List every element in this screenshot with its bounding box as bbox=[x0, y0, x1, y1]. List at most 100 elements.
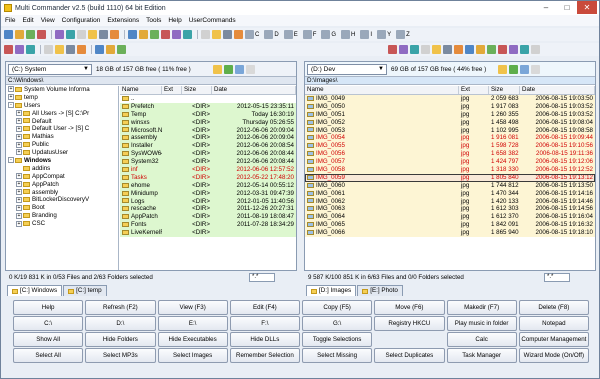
button-copy-f5[interactable]: Copy (F5) bbox=[302, 300, 373, 315]
expand-icon[interactable]: + bbox=[16, 141, 22, 148]
left-drive-select[interactable]: (C:) System ▼ bbox=[8, 63, 92, 75]
file-row[interactable]: IMG_0049 jpg 2 059 683 2006-08-15 19:03:50 bbox=[305, 95, 595, 103]
button-play-music-in-folder[interactable]: Play music in folder bbox=[446, 316, 517, 331]
col-size[interactable]: Size bbox=[489, 86, 520, 94]
file-row[interactable]: ehome <DIR> 2012-05-14 00:55:12 bbox=[120, 181, 296, 190]
toolbar-button-icon[interactable] bbox=[44, 45, 53, 54]
file-row[interactable]: SysWOW64 <DIR> 2012-06-06 20:08:44 bbox=[120, 150, 296, 159]
root-icon[interactable] bbox=[234, 64, 244, 74]
col-ext[interactable]: Ext bbox=[162, 86, 182, 94]
file-row[interactable]: IMG_0065 jpg 1 842 091 2006-08-15 19:16:32 bbox=[305, 221, 595, 230]
toolbar-button-icon[interactable] bbox=[4, 45, 13, 54]
tree-item[interactable]: + Default bbox=[6, 118, 118, 126]
button-view-f3[interactable]: View (F3) bbox=[157, 300, 228, 315]
button-hide-dlls[interactable]: Hide DLLs bbox=[229, 332, 300, 347]
button-f[interactable]: F:\ bbox=[229, 316, 300, 331]
file-row[interactable]: IMG_0052 jpg 1 458 498 2006-08-15 19:08:04 bbox=[305, 118, 595, 127]
toolbar-button-icon[interactable] bbox=[212, 30, 221, 39]
toolbar-button-icon[interactable] bbox=[388, 45, 397, 54]
toolbar-button-icon[interactable] bbox=[399, 45, 408, 54]
file-row[interactable]: IMG_0053 jpg 1 102 995 2006-08-15 19:08:58 bbox=[305, 126, 595, 135]
drive-letter-f[interactable]: F bbox=[313, 32, 317, 38]
button-makedir-f7[interactable]: Makedir (F7) bbox=[446, 300, 517, 315]
file-row[interactable]: rescache <DIR> 2011-12-26 20:27:31 bbox=[120, 205, 296, 214]
toolbar-button-icon[interactable] bbox=[128, 30, 137, 39]
drive-icon[interactable] bbox=[377, 30, 387, 39]
file-row[interactable]: inf <DIR> 2012-06-06 12:57:52 bbox=[120, 166, 296, 174]
drive-letter-c[interactable]: C bbox=[255, 32, 259, 38]
right-filter-input[interactable]: *.* bbox=[544, 273, 570, 282]
file-row[interactable]: IMG_0058 jpg 1 318 330 2006-08-15 19:12:52 bbox=[305, 166, 595, 174]
left-filter-input[interactable]: *.* bbox=[249, 273, 275, 282]
file-row[interactable]: IMG_0066 jpg 1 865 940 2006-08-15 19:18:10 bbox=[305, 229, 595, 238]
favorites-icon[interactable] bbox=[498, 64, 508, 74]
expand-icon[interactable]: + bbox=[8, 94, 14, 101]
tree-item[interactable]: + Default User -> [S] C bbox=[6, 125, 118, 133]
drive-letter-d[interactable]: D bbox=[274, 32, 278, 38]
drive-icon[interactable] bbox=[245, 30, 254, 39]
drive-letter-y[interactable]: Y bbox=[387, 32, 391, 38]
file-row[interactable]: IMG_0059 jpg 1 805 840 2006-08-15 19:13:12 bbox=[305, 173, 595, 182]
go-up-icon[interactable] bbox=[223, 64, 233, 74]
file-row[interactable]: IMG_0055 jpg 1 598 728 2006-08-15 19:10:56 bbox=[305, 142, 595, 151]
file-row[interactable]: IMG_0060 jpg 1 744 812 2006-08-15 19:13:50 bbox=[305, 181, 595, 190]
tab-right-1[interactable]: [E:] Photo bbox=[357, 285, 403, 296]
toolbar-button-icon[interactable] bbox=[150, 30, 159, 39]
toolbar-button-icon[interactable] bbox=[172, 30, 181, 39]
expand-icon[interactable]: + bbox=[16, 117, 22, 124]
expand-icon[interactable]: + bbox=[16, 125, 22, 132]
menu-file[interactable]: File bbox=[5, 17, 15, 24]
toolbar-button-icon[interactable] bbox=[509, 45, 518, 54]
maximize-icon[interactable]: □ bbox=[557, 1, 577, 14]
button-g[interactable]: G:\ bbox=[302, 316, 373, 331]
file-row[interactable]: AppPatch <DIR> 2011-08-19 18:08:47 bbox=[120, 213, 296, 222]
button-select-mp3s[interactable]: Select MP3s bbox=[85, 348, 156, 363]
button-help[interactable]: Help bbox=[13, 300, 84, 315]
right-drive-select[interactable]: (D:) Dev ▼ bbox=[307, 63, 387, 75]
file-row[interactable]: Prefetch <DIR> 2012-05-15 23:35:11 bbox=[120, 102, 296, 111]
expand-icon[interactable]: + bbox=[16, 181, 22, 188]
file-row[interactable]: winsxs <DIR> Thursday 05:26:55 bbox=[120, 118, 296, 127]
file-row[interactable]: IMG_0062 jpg 1 420 133 2006-08-15 19:14:46 bbox=[305, 197, 595, 206]
toolbar-button-icon[interactable] bbox=[443, 45, 452, 54]
button-computer-management[interactable]: Computer Management bbox=[518, 332, 589, 347]
file-row[interactable]: assembly <DIR> 2012-06-06 20:09:04 bbox=[120, 134, 296, 143]
tree-item[interactable]: - Users bbox=[6, 102, 118, 110]
file-row[interactable]: LiveKernelRep <DIR> bbox=[120, 229, 296, 238]
toolbar-button-icon[interactable] bbox=[15, 45, 24, 54]
col-date[interactable]: Date bbox=[212, 86, 296, 94]
file-row[interactable]: Temp <DIR> Today 16:30:19 bbox=[120, 110, 296, 119]
expand-icon[interactable]: + bbox=[16, 110, 22, 117]
button-wizard-mode-on-off[interactable]: Wizard Mode (On/Off) bbox=[518, 348, 589, 363]
drive-icon[interactable] bbox=[283, 30, 293, 39]
menu-tools[interactable]: Tools bbox=[146, 17, 161, 24]
expand-icon[interactable]: + bbox=[16, 188, 22, 195]
toolbar-button-icon[interactable] bbox=[55, 30, 64, 39]
toolbar-button-icon[interactable] bbox=[77, 45, 86, 54]
drive-letter-z[interactable]: Z bbox=[406, 32, 410, 38]
button-show-all[interactable]: Show All bbox=[13, 332, 84, 347]
toolbar-button-icon[interactable] bbox=[487, 45, 496, 54]
root-icon[interactable] bbox=[520, 64, 530, 74]
toolbar-button-icon[interactable] bbox=[99, 30, 108, 39]
expand-icon[interactable]: + bbox=[16, 212, 22, 219]
tree-item[interactable]: + Public bbox=[6, 141, 118, 149]
tree-item[interactable]: - Windows bbox=[6, 157, 118, 165]
tree-item[interactable]: + AppPatch bbox=[6, 181, 118, 189]
file-row[interactable]: Installer <DIR> 2012-06-06 20:08:54 bbox=[120, 142, 296, 151]
toolbar-button-icon[interactable] bbox=[201, 30, 210, 39]
collapse-icon[interactable]: - bbox=[8, 157, 14, 164]
button-c[interactable]: C:\ bbox=[13, 316, 84, 331]
tree-item[interactable]: + AppCompat bbox=[6, 173, 118, 181]
toolbar-button-icon[interactable] bbox=[223, 30, 232, 39]
toolbar-button-icon[interactable] bbox=[55, 45, 64, 54]
button-toggle-selections[interactable]: Toggle Selections bbox=[302, 332, 373, 347]
tab-right-0[interactable]: [D:] Images bbox=[306, 285, 357, 296]
drive-letter-i[interactable]: I bbox=[370, 32, 372, 38]
drive-icon[interactable] bbox=[302, 30, 312, 39]
toolbar-button-icon[interactable] bbox=[161, 30, 170, 39]
toolbar-button-icon[interactable] bbox=[66, 30, 75, 39]
drive-letter-h[interactable]: H bbox=[351, 32, 355, 38]
drive-icon[interactable] bbox=[321, 30, 331, 39]
expand-icon[interactable]: + bbox=[16, 149, 22, 156]
